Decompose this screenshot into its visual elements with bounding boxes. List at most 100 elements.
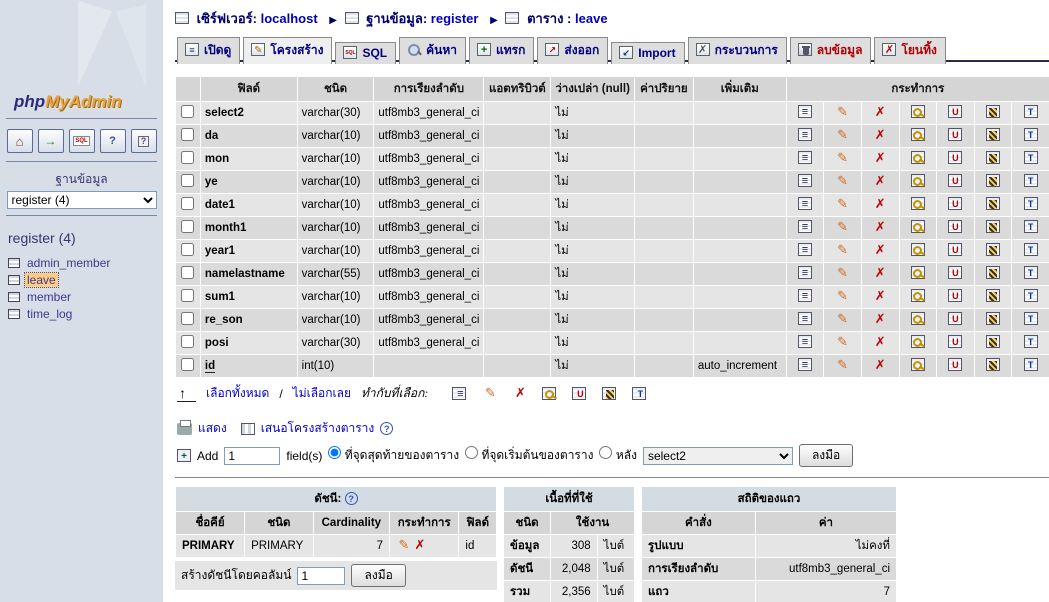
change-icon[interactable]: [835, 265, 851, 280]
index-icon[interactable]: [985, 266, 1001, 281]
index-selected-icon[interactable]: [602, 386, 618, 402]
fulltext-icon[interactable]: [1023, 335, 1039, 350]
row-checkbox[interactable]: [181, 220, 195, 233]
row-checkbox[interactable]: [181, 266, 195, 279]
drop-index-icon[interactable]: [412, 537, 428, 552]
primary-icon[interactable]: [910, 243, 926, 258]
fulltext-icon[interactable]: [1023, 220, 1039, 235]
fulltext-icon[interactable]: [1023, 105, 1039, 120]
propose-structure-link[interactable]: เสนอโครงสร้างตาราง: [261, 419, 375, 438]
help-icon[interactable]: [380, 422, 394, 435]
drop-icon[interactable]: [872, 219, 888, 234]
change-icon[interactable]: [835, 127, 851, 142]
fulltext-icon[interactable]: [1023, 128, 1039, 143]
fulltext-selected-icon[interactable]: [632, 386, 648, 402]
change-icon[interactable]: [835, 173, 851, 188]
drop-selected-icon[interactable]: [512, 385, 528, 400]
add-field-go-button[interactable]: ลงมือ: [798, 444, 854, 467]
row-checkbox[interactable]: [181, 312, 195, 325]
tab-structure[interactable]: โครงสร้าง: [243, 37, 333, 64]
drop-icon[interactable]: [872, 127, 888, 142]
browse-icon[interactable]: [797, 174, 813, 189]
index-icon[interactable]: [985, 151, 1001, 166]
index-icon[interactable]: [985, 312, 1001, 327]
fulltext-icon[interactable]: [1023, 174, 1039, 189]
browse-icon[interactable]: [797, 358, 813, 373]
index-icon[interactable]: [985, 243, 1001, 258]
unique-icon[interactable]: [947, 151, 963, 166]
tab-sql[interactable]: SQL: [335, 42, 397, 64]
database-select[interactable]: register (4): [6, 191, 157, 209]
tab-import[interactable]: Import: [611, 42, 685, 64]
browse-icon[interactable]: [797, 335, 813, 350]
browse-icon[interactable]: [797, 243, 813, 258]
change-icon[interactable]: [835, 104, 851, 119]
unique-icon[interactable]: [947, 266, 963, 281]
uncheck-all-link[interactable]: ไม่เลือกเลย: [293, 384, 351, 403]
primary-icon[interactable]: [910, 312, 926, 327]
radio-after[interactable]: หลัง: [599, 446, 637, 465]
change-icon[interactable]: [835, 334, 851, 349]
fulltext-icon[interactable]: [1023, 289, 1039, 304]
tab-drop[interactable]: โยนทิ้ง: [874, 37, 946, 64]
tab-search[interactable]: ค้นหา: [399, 37, 467, 64]
drop-icon[interactable]: [872, 334, 888, 349]
index-icon[interactable]: [985, 358, 1001, 373]
browse-icon[interactable]: [797, 151, 813, 166]
tab-export[interactable]: ส่งออก: [537, 37, 609, 64]
query-window-button[interactable]: ?: [130, 129, 157, 153]
add-field-count-input[interactable]: [224, 446, 281, 465]
tab-empty[interactable]: ลบข้อมูล: [789, 37, 872, 64]
table-link[interactable]: leave: [24, 272, 59, 288]
table-link[interactable]: member: [25, 290, 73, 304]
primary-icon[interactable]: [910, 128, 926, 143]
docs-button[interactable]: ?: [99, 129, 126, 153]
row-checkbox[interactable]: [181, 174, 195, 187]
edit-index-icon[interactable]: [396, 537, 412, 552]
drop-icon[interactable]: [872, 242, 888, 257]
primary-icon[interactable]: [910, 174, 926, 189]
browse-icon[interactable]: [797, 266, 813, 281]
fulltext-icon[interactable]: [1023, 266, 1039, 281]
change-selected-icon[interactable]: [482, 385, 498, 400]
change-icon[interactable]: [835, 150, 851, 165]
index-icon[interactable]: [985, 197, 1001, 212]
fulltext-icon[interactable]: [1023, 312, 1039, 327]
table-link[interactable]: admin_member: [25, 256, 112, 270]
logout-button[interactable]: →: [37, 129, 64, 153]
unique-selected-icon[interactable]: [572, 386, 588, 402]
change-icon[interactable]: [835, 357, 851, 372]
table-link[interactable]: leave: [575, 11, 608, 26]
database-heading[interactable]: register (4): [8, 230, 163, 246]
row-checkbox[interactable]: [181, 289, 195, 302]
index-icon[interactable]: [985, 335, 1001, 350]
tab-browse[interactable]: เปิดดู: [177, 37, 241, 64]
unique-icon[interactable]: [947, 220, 963, 235]
primary-icon[interactable]: [910, 266, 926, 281]
browse-icon[interactable]: [797, 197, 813, 212]
unique-icon[interactable]: [947, 197, 963, 212]
unique-icon[interactable]: [947, 128, 963, 143]
drop-icon[interactable]: [872, 196, 888, 211]
index-icon[interactable]: [985, 289, 1001, 304]
unique-icon[interactable]: [947, 335, 963, 350]
browse-icon[interactable]: [797, 220, 813, 235]
change-icon[interactable]: [835, 196, 851, 211]
drop-icon[interactable]: [872, 265, 888, 280]
drop-icon[interactable]: [872, 357, 888, 372]
browse-selected-icon[interactable]: [452, 386, 468, 402]
change-icon[interactable]: [835, 311, 851, 326]
radio-at-begin-input[interactable]: [465, 446, 479, 459]
database-link[interactable]: register: [431, 11, 479, 26]
indexes-help-icon[interactable]: [344, 492, 358, 505]
after-field-select[interactable]: select2: [642, 446, 793, 465]
primary-selected-icon[interactable]: [542, 386, 558, 402]
change-icon[interactable]: [835, 288, 851, 303]
create-index-count-input[interactable]: [297, 566, 346, 585]
primary-icon[interactable]: [910, 151, 926, 166]
radio-at-end-input[interactable]: [328, 446, 342, 459]
browse-icon[interactable]: [797, 128, 813, 143]
drop-icon[interactable]: [872, 104, 888, 119]
unique-icon[interactable]: [947, 358, 963, 373]
index-icon[interactable]: [985, 220, 1001, 235]
